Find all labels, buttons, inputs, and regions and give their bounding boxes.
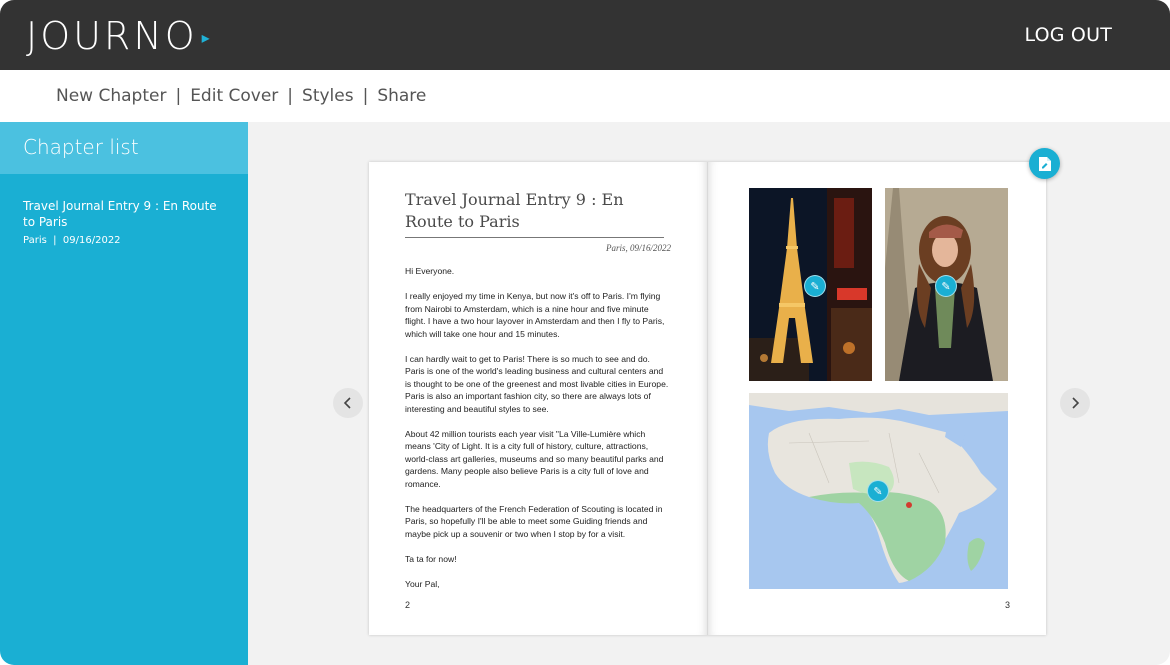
edit-photo-button[interactable]: ✎ [804, 275, 826, 297]
styles-link[interactable]: Styles [302, 86, 354, 106]
left-page[interactable]: Travel Journal Entry 9 : En Route to Par… [369, 162, 708, 635]
app-window: JOURNO ▸ LOG OUT New Chapter | Edit Cove… [0, 0, 1170, 665]
next-page-button[interactable] [1060, 388, 1090, 418]
entry-title: Travel Journal Entry 9 : En Route to Par… [405, 190, 624, 231]
entry-paragraph: Hi Everyone. [405, 266, 455, 276]
woman-paris-photo[interactable]: ✎ [885, 188, 1008, 381]
journo-logo[interactable]: JOURNO ▸ [26, 14, 210, 58]
chapter-list-item[interactable]: Travel Journal Entry 9 : En Route to Par… [0, 174, 248, 246]
toolbar-separator: | [287, 86, 294, 106]
africa-map[interactable]: ✎ [749, 393, 1008, 589]
entry-paragraph: I can hardly wait to get to Paris! There… [405, 353, 669, 414]
previous-page-button[interactable] [333, 388, 363, 418]
entry-paragraph: I really enjoyed my time in Kenya, but n… [405, 291, 665, 339]
edit-cover-link[interactable]: Edit Cover [190, 86, 278, 106]
chapter-list-heading: Chapter list [0, 122, 248, 174]
entry-paragraph: About 42 million tourists each year visi… [405, 428, 664, 489]
share-link[interactable]: Share [377, 86, 426, 106]
logout-button[interactable]: LOG OUT [1025, 24, 1113, 46]
entry-body: Hi Everyone. I really enjoyed my time in… [405, 265, 669, 603]
title-divider [405, 237, 664, 238]
new-chapter-link[interactable]: New Chapter [56, 86, 166, 106]
entry-paragraph: Your Pal, [405, 578, 440, 589]
page-number-right: 3 [1004, 600, 1010, 610]
edit-page-document-button[interactable] [1029, 148, 1060, 179]
chapter-title: Travel Journal Entry 9 : En Route to Par… [23, 199, 217, 229]
chapter-meta: Paris | 09/16/2022 [23, 235, 228, 246]
chapter-date: 09/16/2022 [62, 235, 121, 246]
chapter-toolbar: New Chapter | Edit Cover | Styles | Shar… [0, 70, 1170, 122]
entry-paragraph: Ta ta for now! [405, 553, 457, 564]
eiffel-tower-photo[interactable]: ✎ [749, 188, 872, 381]
chevron-right-icon [1072, 397, 1080, 409]
page-number-left: 2 [405, 600, 411, 610]
right-page: ✎ ✎ ✎ 3 [708, 162, 1046, 635]
pencil-icon: ✎ [941, 280, 951, 293]
entry-dateline: Paris, 09/16/2022 [605, 243, 671, 253]
pencil-icon: ✎ [810, 280, 820, 293]
toolbar-separator: | [362, 86, 369, 106]
document-edit-icon [1038, 156, 1051, 171]
book-spread: Travel Journal Entry 9 : En Route to Par… [369, 162, 1046, 635]
toolbar-separator: | [175, 86, 182, 106]
logo-arrow-icon: ▸ [201, 30, 210, 47]
edit-photo-button[interactable]: ✎ [935, 275, 957, 297]
chapter-sidebar: Chapter list Travel Journal Entry 9 : En… [0, 122, 248, 665]
edit-map-button[interactable]: ✎ [867, 480, 889, 502]
chapter-location: Paris [23, 235, 47, 246]
pencil-icon: ✎ [873, 485, 883, 498]
chapter-meta-separator: | [53, 235, 57, 246]
top-header: JOURNO ▸ LOG OUT [0, 0, 1170, 70]
logo-text: JOURNO [26, 14, 198, 58]
entry-paragraph: The headquarters of the French Federatio… [405, 503, 663, 539]
chevron-left-icon [343, 397, 351, 409]
